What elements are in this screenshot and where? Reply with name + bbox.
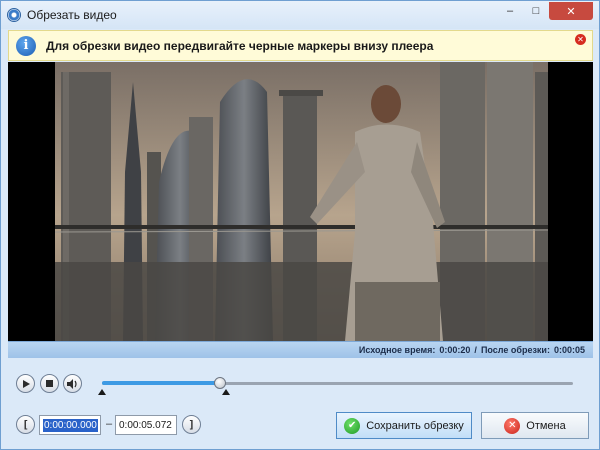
video-frame	[55, 62, 548, 341]
source-time-label: Исходное время:	[358, 345, 436, 355]
cancel-button[interactable]: ✕ Отмена	[481, 412, 589, 439]
source-time-value: 0:00:20	[439, 345, 471, 355]
speaker-icon	[67, 378, 77, 389]
close-button[interactable]: ✕	[549, 2, 593, 20]
timeline-progress	[102, 381, 220, 385]
video-player[interactable]	[8, 62, 593, 341]
stop-button[interactable]	[40, 374, 59, 393]
window-controls: – □ ✕	[497, 2, 593, 20]
time-info-bar: Исходное время: 0:00:20 / После обрезки:…	[8, 341, 593, 358]
after-trim-value: 0:00:05	[553, 345, 585, 355]
end-time-field[interactable]: 0:00:05.072	[115, 415, 177, 435]
info-message: Для обрезки видео передвигайте черные ма…	[46, 38, 434, 53]
trim-video-window: Обрезать видео – □ ✕ i Для обрезки видео…	[0, 0, 600, 450]
cancel-label: Отмена	[526, 419, 566, 432]
checkmark-icon: ✔	[344, 417, 361, 434]
save-trim-button[interactable]: ✔ Сохранить обрезку	[336, 412, 472, 439]
start-time-field[interactable]: 0:00:00.000	[39, 415, 101, 435]
play-icon	[23, 379, 30, 388]
info-bar: i Для обрезки видео передвигайте черные …	[8, 30, 593, 61]
trim-start-marker[interactable]	[98, 389, 106, 395]
maximize-button[interactable]: □	[523, 2, 549, 20]
cancel-icon: ✕	[504, 417, 521, 434]
volume-button[interactable]	[63, 374, 82, 393]
save-trim-label: Сохранить обрезку	[366, 419, 464, 432]
after-trim-label: После обрезки:	[480, 345, 550, 355]
end-time-value: 0:00:05.072	[119, 419, 172, 431]
window-title: Обрезать видео	[27, 8, 117, 22]
play-button[interactable]	[16, 374, 35, 393]
set-end-button[interactable]: ]	[182, 415, 201, 434]
range-dash: –	[106, 418, 113, 430]
stop-icon	[46, 380, 53, 387]
info-close-icon[interactable]: ✕	[575, 34, 586, 45]
time-separator: /	[474, 345, 477, 355]
title-bar[interactable]: Обрезать видео – □ ✕	[1, 1, 599, 29]
minimize-button[interactable]: –	[497, 2, 523, 20]
playhead-handle[interactable]	[213, 377, 226, 389]
app-icon	[7, 8, 21, 22]
start-time-value: 0:00:00.000	[43, 418, 98, 432]
info-icon: i	[16, 35, 36, 56]
set-start-button[interactable]: [	[16, 415, 35, 434]
trim-end-marker[interactable]	[222, 389, 230, 395]
